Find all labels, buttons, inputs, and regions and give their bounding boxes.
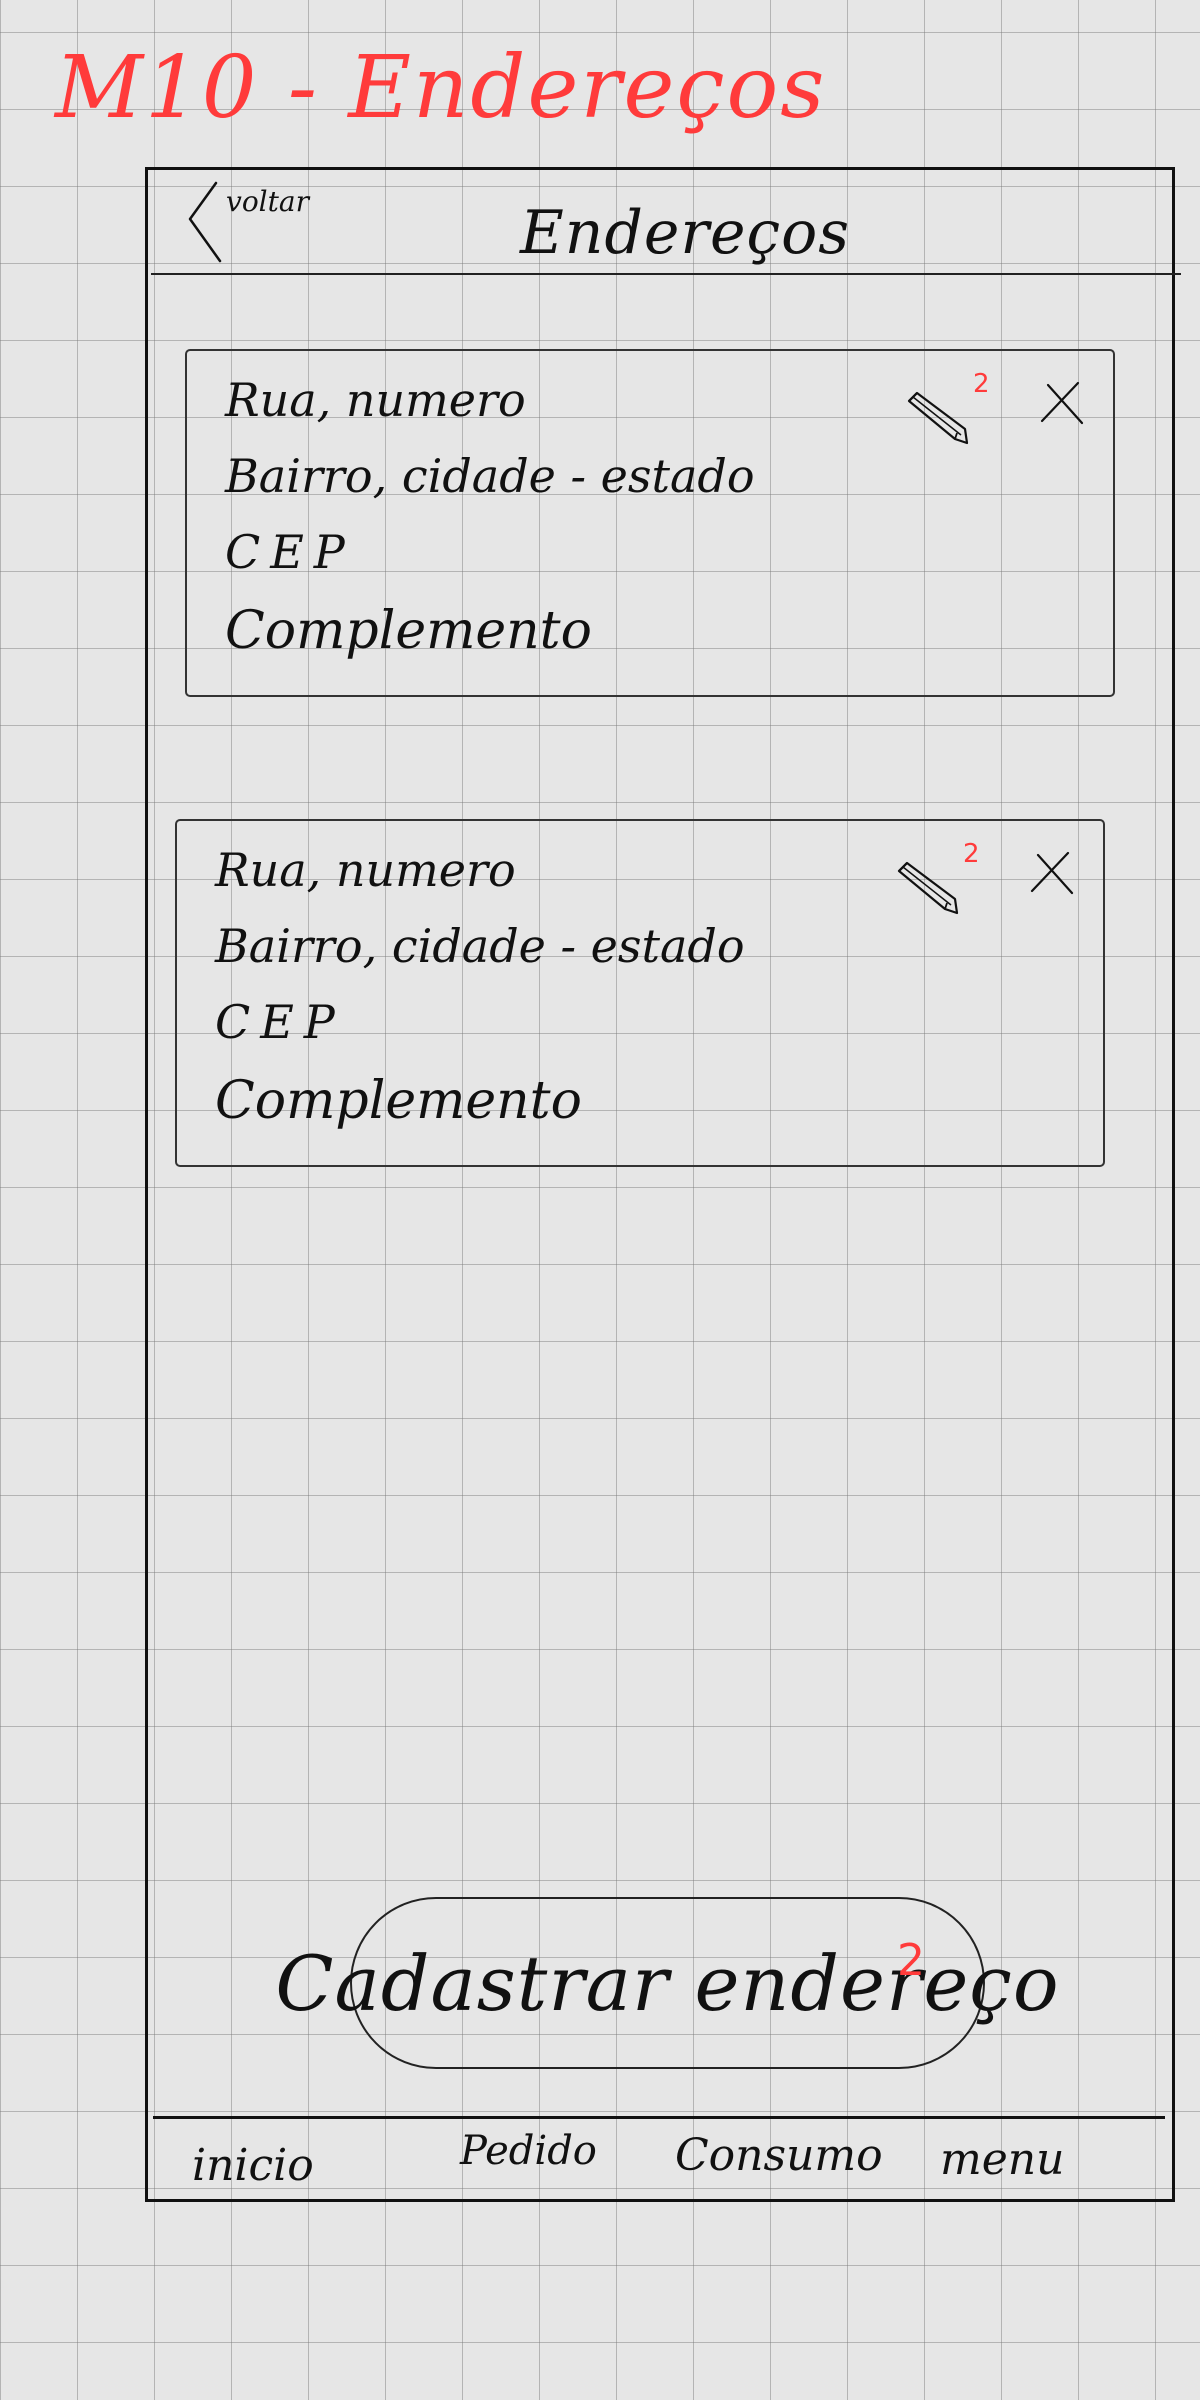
address-card[interactable]: Rua, numero Bairro, cidade - estado CEP … bbox=[185, 349, 1115, 697]
register-address-button[interactable]: Cadastrar endereço 2 bbox=[275, 1897, 1059, 2069]
nav-item-menu[interactable]: menu bbox=[940, 2134, 1064, 2185]
address-cep: CEP bbox=[215, 995, 345, 1049]
nav-item-inicio[interactable]: inicio bbox=[192, 2140, 314, 2191]
nav-item-consumo[interactable]: Consumo bbox=[675, 2130, 883, 2181]
close-icon bbox=[1040, 381, 1084, 425]
bottom-nav-divider bbox=[153, 2116, 1165, 2119]
register-address-label: Cadastrar endereço bbox=[275, 1938, 1060, 2028]
page-title: Endereços bbox=[520, 198, 851, 268]
bottom-nav: inicio Pedido Consumo menu bbox=[150, 2122, 1170, 2200]
sheet-title: M10 - Endereços bbox=[55, 38, 827, 138]
address-cep: CEP bbox=[225, 525, 355, 579]
address-card[interactable]: Rua, numero Bairro, cidade - estado CEP … bbox=[175, 819, 1105, 1167]
edit-reference-number: 2 bbox=[963, 839, 980, 869]
close-icon bbox=[1030, 851, 1074, 895]
address-district: Bairro, cidade - estado bbox=[225, 449, 755, 503]
address-street: Rua, numero bbox=[215, 843, 516, 897]
remove-address-button[interactable] bbox=[1028, 849, 1078, 899]
address-complement: Complemento bbox=[215, 1071, 582, 1131]
address-complement: Complemento bbox=[225, 601, 592, 661]
remove-address-button[interactable] bbox=[1038, 379, 1088, 429]
edit-address-button[interactable]: 2 bbox=[893, 839, 983, 921]
address-street: Rua, numero bbox=[225, 373, 526, 427]
pencil-icon bbox=[907, 391, 969, 445]
register-reference-number: 2 bbox=[897, 1935, 925, 1986]
address-district: Bairro, cidade - estado bbox=[215, 919, 745, 973]
edit-reference-number: 2 bbox=[973, 369, 990, 399]
back-button[interactable]: voltar bbox=[186, 175, 309, 265]
edit-address-button[interactable]: 2 bbox=[903, 369, 993, 451]
back-label: voltar bbox=[226, 184, 309, 218]
header-divider bbox=[151, 273, 1181, 275]
nav-item-pedido[interactable]: Pedido bbox=[460, 2128, 597, 2174]
pencil-icon bbox=[897, 861, 959, 915]
